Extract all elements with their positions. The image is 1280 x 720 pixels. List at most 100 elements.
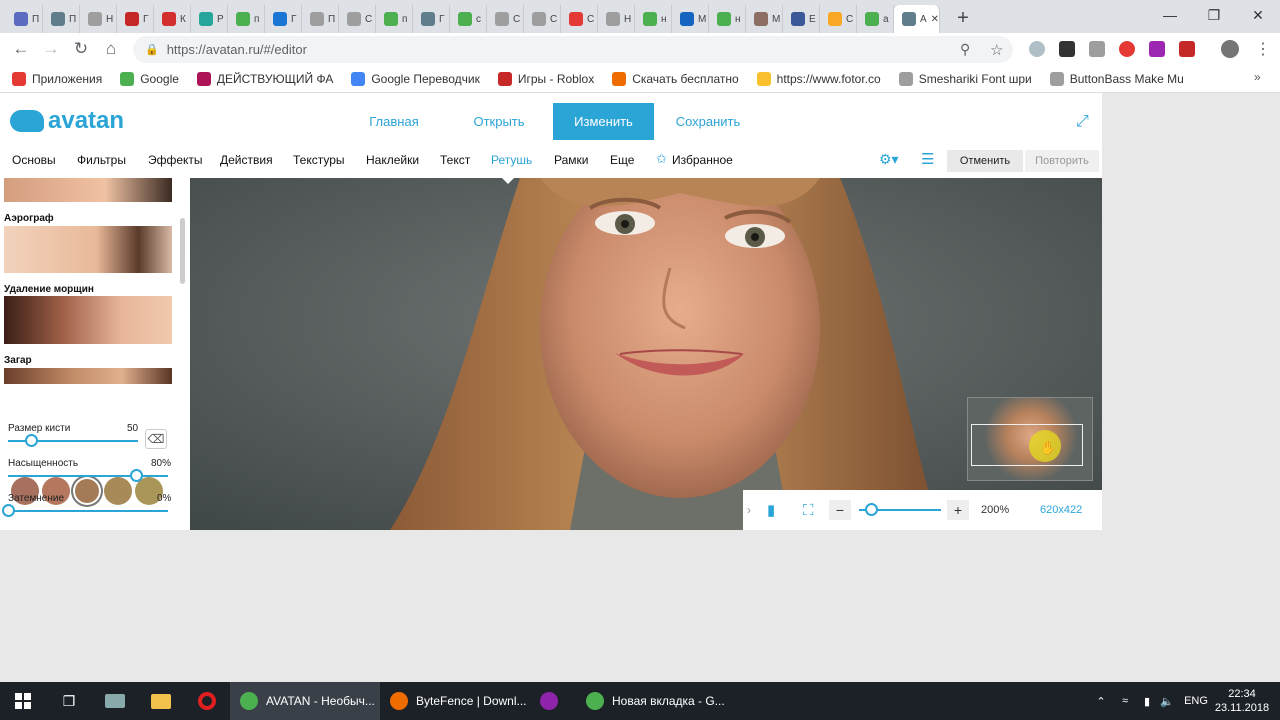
battery-icon[interactable]: ▮: [1138, 682, 1156, 720]
browser-tab[interactable]: A ✕: [894, 5, 940, 33]
minimize-button[interactable]: —: [1148, 0, 1192, 30]
extension-icon[interactable]: [1089, 41, 1105, 57]
menu-frames[interactable]: Рамки: [554, 153, 588, 167]
browser-tab[interactable]: а: [857, 5, 894, 33]
extension-icon[interactable]: [1059, 41, 1075, 57]
nav-save[interactable]: Сохранить: [658, 103, 758, 140]
settings-gear-icon[interactable]: ⚙▾: [879, 151, 899, 168]
darkening-slider-handle[interactable]: [2, 504, 15, 517]
browser-tab[interactable]: н: [709, 5, 746, 33]
compare-icon[interactable]: ▮: [767, 501, 775, 519]
menu-favorites[interactable]: Избранное: [672, 153, 733, 167]
menu-filters[interactable]: Фильтры: [77, 153, 126, 167]
forward-icon[interactable]: →: [36, 34, 66, 64]
navigator-viewport-frame[interactable]: [971, 424, 1083, 466]
tool-thumbnail[interactable]: [4, 178, 172, 202]
browser-tab[interactable]: с: [450, 5, 487, 33]
browser-tab[interactable]: Е: [783, 5, 820, 33]
chevron-up-icon[interactable]: ⌃: [1092, 682, 1110, 720]
computer-icon[interactable]: [92, 682, 138, 720]
tan-swatch[interactable]: [104, 477, 132, 505]
browser-tab[interactable]: П: [6, 5, 43, 33]
menu-textures[interactable]: Текстуры: [293, 153, 345, 167]
extension-icon[interactable]: [1179, 41, 1195, 57]
bookmark-item[interactable]: Игры - Roblox: [497, 71, 594, 86]
saturation-slider-handle[interactable]: [130, 469, 143, 482]
taskbar-app[interactable]: Новая вкладка - G...: [576, 682, 726, 720]
avatan-logo[interactable]: avatan: [10, 107, 124, 135]
new-tab-button[interactable]: +: [950, 5, 976, 31]
address-bar[interactable]: 🔒 https://avatan.ru/#/editor ⚲ ☆: [133, 36, 1013, 63]
menu-more[interactable]: Еще: [610, 153, 634, 167]
fullscreen-icon[interactable]: ⤢: [1076, 113, 1089, 131]
undo-button[interactable]: Отменить: [947, 150, 1023, 172]
browser-tab[interactable]: Г: [413, 5, 450, 33]
airbrush-thumbnail[interactable]: [4, 226, 172, 273]
browser-tab[interactable]: К: [154, 5, 191, 33]
browser-tab[interactable]: п: [228, 5, 265, 33]
extension-icon[interactable]: [1149, 41, 1165, 57]
saturation-slider[interactable]: [8, 475, 168, 477]
navigator-preview[interactable]: ✋: [967, 397, 1093, 481]
reload-icon[interactable]: ↻: [66, 34, 96, 64]
browser-tab[interactable]: М: [746, 5, 783, 33]
browser-tab[interactable]: С: [487, 5, 524, 33]
menu-basics[interactable]: Основы: [12, 153, 56, 167]
language-indicator[interactable]: ENG: [1180, 682, 1212, 720]
menu-text[interactable]: Текст: [440, 153, 470, 167]
darkening-slider[interactable]: [8, 510, 168, 512]
taskbar-app[interactable]: ByteFence | Downl...: [380, 682, 530, 720]
extension-icon[interactable]: [1119, 41, 1135, 57]
tan-swatch[interactable]: [73, 477, 101, 505]
browser-tab[interactable]: С: [820, 5, 857, 33]
browser-tab[interactable]: Р: [191, 5, 228, 33]
nav-open[interactable]: Открыть: [450, 103, 548, 140]
browser-tab[interactable]: н: [635, 5, 672, 33]
tan-thumbnail[interactable]: [4, 368, 172, 384]
menu-retouch[interactable]: Ретушь: [491, 153, 532, 167]
taskbar-app[interactable]: AVATAN - Необыч...: [230, 682, 380, 720]
menu-actions[interactable]: Действия: [220, 153, 273, 167]
nav-home[interactable]: Главная: [345, 103, 443, 140]
panel-scrollbar[interactable]: [180, 218, 185, 284]
file-explorer-icon[interactable]: [138, 682, 184, 720]
search-icon[interactable]: ⚲: [960, 41, 970, 58]
bookmarks-overflow-icon[interactable]: »: [1254, 70, 1261, 84]
browser-tab[interactable]: Г: [117, 5, 154, 33]
windows-start-icon[interactable]: [0, 682, 46, 720]
browser-tab[interactable]: п: [376, 5, 413, 33]
browser-tab[interactable]: П: [302, 5, 339, 33]
bookmark-item[interactable]: Google: [120, 71, 179, 86]
close-tab-icon[interactable]: ✕: [931, 14, 939, 25]
wrinkle-removal-thumbnail[interactable]: [4, 296, 172, 344]
browser-tab[interactable]: С: [339, 5, 376, 33]
bookmark-item[interactable]: Smeshariki Font шри: [898, 71, 1032, 86]
photo-canvas[interactable]: [190, 178, 1102, 530]
menu-icon[interactable]: ⋮: [1255, 39, 1271, 59]
layers-icon[interactable]: ☰: [921, 150, 934, 168]
bookmark-item[interactable]: Google Переводчик: [351, 71, 480, 86]
zoom-in-button[interactable]: +: [947, 500, 969, 520]
close-window-button[interactable]: ✕: [1236, 0, 1280, 30]
browser-tab[interactable]: М: [672, 5, 709, 33]
eraser-icon[interactable]: ⌫: [145, 429, 167, 449]
browser-tab[interactable]: Г: [265, 5, 302, 33]
bookmark-item[interactable]: Скачать бесплатно: [612, 71, 739, 86]
menu-effects[interactable]: Эффекты: [148, 153, 203, 167]
extension-icon[interactable]: [1029, 41, 1045, 57]
wifi-icon[interactable]: ≈: [1116, 682, 1134, 720]
profile-avatar[interactable]: [1221, 40, 1239, 58]
nav-edit[interactable]: Изменить: [553, 103, 654, 140]
browser-tab[interactable]: С: [524, 5, 561, 33]
home-icon[interactable]: ⌂: [96, 34, 126, 64]
browser-tab[interactable]: Н: [80, 5, 117, 33]
fit-screen-icon[interactable]: ⛶: [803, 502, 814, 519]
restore-button[interactable]: ❐: [1192, 0, 1236, 30]
clock[interactable]: 22:34 23.11.2018: [1214, 682, 1270, 720]
zoom-slider-handle[interactable]: [865, 503, 879, 516]
browser-tab[interactable]: Н: [598, 5, 635, 33]
browser-tab[interactable]: С: [561, 5, 598, 33]
bookmark-item[interactable]: ButtonBass Make Mu: [1049, 71, 1184, 86]
opera-icon[interactable]: [184, 682, 230, 720]
browser-tab[interactable]: П: [43, 5, 80, 33]
